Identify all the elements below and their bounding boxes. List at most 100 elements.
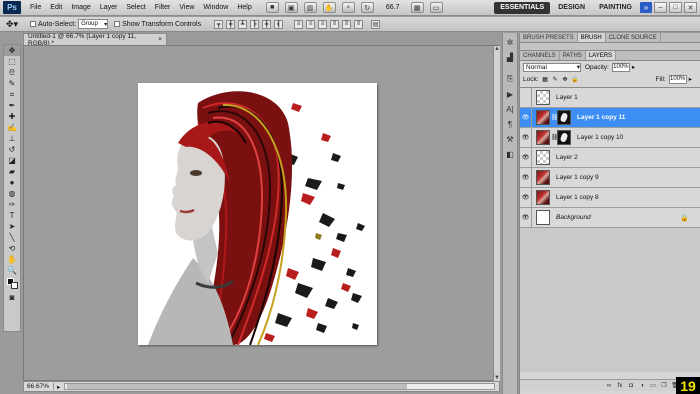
restore-button[interactable]: □ [669, 2, 682, 13]
zoom-tool-icon[interactable]: 🔍 [4, 265, 20, 276]
layer-row[interactable]: 👁 Layer 2 [520, 147, 700, 168]
layer-mask-thumbnail[interactable] [557, 110, 571, 125]
show-transform-checkbox[interactable] [114, 21, 121, 27]
new-group-icon[interactable]: ▭ [649, 382, 657, 390]
distribute-left-icon[interactable]: ⦀ [330, 19, 340, 29]
distribute-hcenter-icon[interactable]: ⦀ [342, 19, 352, 29]
histogram-icon[interactable]: ▟ [503, 51, 517, 63]
layer-name[interactable]: Layer 1 copy 9 [556, 174, 599, 181]
vertical-scrollbar[interactable]: ▲ ▼ [493, 46, 500, 381]
tab-channels[interactable]: CHANNELS [520, 51, 560, 60]
layer-row[interactable]: 👁 Background 🔒 [520, 207, 700, 228]
menu-select[interactable]: Select [126, 4, 145, 11]
clone-stamp-icon[interactable]: ⊥ [4, 133, 20, 144]
visibility-eye-icon[interactable] [520, 88, 532, 108]
layer-name[interactable]: Layer 1 copy 11 [577, 114, 625, 121]
lock-position-icon[interactable]: ✥ [562, 76, 569, 83]
visibility-eye-icon[interactable]: 👁 [520, 167, 532, 188]
horizontal-scroll-thumb[interactable] [67, 384, 408, 389]
minimize-button[interactable]: – [654, 2, 667, 13]
lock-image-icon[interactable]: ✎ [552, 76, 559, 83]
menu-edit[interactable]: Edit [50, 4, 62, 11]
layer-thumbnail[interactable] [536, 210, 550, 225]
new-layer-icon[interactable]: ❐ [660, 382, 668, 390]
auto-align-layers-icon[interactable]: ▤ [371, 19, 381, 29]
tab-clone-source[interactable]: CLONE SOURCE [606, 33, 661, 42]
visibility-eye-icon[interactable]: 👁 [520, 147, 532, 168]
3d-rotate-icon[interactable]: ⟲ [4, 243, 20, 254]
tool-presets-icon[interactable]: ⚒ [503, 133, 517, 145]
eyedropper-tool-icon[interactable]: ✒ [4, 100, 20, 111]
layer-row[interactable]: 👁 ⛓ Layer 1 copy 10 [520, 127, 700, 148]
blur-tool-icon[interactable]: ● [4, 177, 20, 188]
blend-mode-select[interactable]: Normal ▾ [523, 62, 581, 72]
opacity-slider-icon[interactable]: ▸ [632, 63, 635, 71]
tab-brush[interactable]: BRUSH [577, 33, 606, 42]
launch-mini-bridge-icon[interactable]: ▣ [284, 2, 298, 13]
lasso-tool-icon[interactable]: ᘓ [4, 67, 20, 78]
visibility-eye-icon[interactable]: 👁 [520, 127, 532, 148]
menu-filter[interactable]: Filter [155, 4, 171, 11]
layer-thumbnail[interactable] [536, 170, 550, 185]
styles-icon[interactable]: ◧ [503, 148, 517, 160]
distribute-bottom-icon[interactable]: ≡ [318, 19, 328, 29]
layer-thumbnail[interactable] [536, 90, 550, 105]
layer-name[interactable]: Layer 1 [556, 94, 578, 101]
opacity-field[interactable]: 100% [611, 62, 630, 72]
arrange-documents-icon[interactable]: ▦ [410, 2, 424, 13]
menu-file[interactable]: File [30, 4, 41, 11]
layer-thumbnail[interactable] [536, 190, 550, 205]
menu-window[interactable]: Window [203, 4, 228, 11]
horizontal-scrollbar[interactable] [64, 383, 495, 390]
visibility-eye-icon[interactable]: 👁 [520, 187, 532, 208]
menu-help[interactable]: Help [237, 4, 251, 11]
fill-slider-icon[interactable]: ▸ [689, 75, 692, 83]
actions-icon[interactable]: ▶ [503, 88, 517, 100]
shape-tool-icon[interactable]: ╲ [4, 232, 20, 243]
scroll-up-icon[interactable]: ▲ [494, 46, 500, 52]
align-left-icon[interactable]: ┣ [250, 19, 260, 29]
layer-style-icon[interactable]: fx [616, 382, 624, 390]
close-button[interactable]: ✕ [684, 2, 697, 13]
tab-brush-presets[interactable]: BRUSH PRESETS [520, 33, 578, 42]
layer-row[interactable]: 👁 ⛓ Layer 1 copy 11 [520, 107, 700, 128]
extras-icon[interactable]: ▥ [303, 2, 317, 13]
adjustment-layer-icon[interactable]: ◑ [638, 382, 646, 390]
align-bottom-icon[interactable]: ┻ [238, 19, 248, 29]
tab-paths[interactable]: PATHS [560, 51, 586, 60]
marquee-tool-icon[interactable]: ⬚ [4, 56, 20, 67]
visibility-eye-icon[interactable]: 👁 [520, 107, 532, 128]
history-brush-icon[interactable]: ↺ [4, 144, 20, 155]
character-icon[interactable]: A| [503, 103, 517, 115]
paragraph-icon[interactable]: ¶ [503, 118, 517, 130]
layer-thumbnail[interactable] [536, 130, 550, 145]
layer-row[interactable]: Layer 1 [520, 88, 700, 108]
align-right-icon[interactable]: ┫ [274, 19, 284, 29]
align-vcenter-icon[interactable]: ╋ [226, 19, 236, 29]
zoom-tool-icon[interactable]: ⌕ [341, 2, 355, 13]
lock-all-icon[interactable]: 🔒 [571, 76, 578, 83]
workspace-painting[interactable]: PAINTING [593, 2, 638, 14]
layer-mask-thumbnail[interactable] [557, 130, 571, 145]
lock-transparency-icon[interactable]: ▦ [542, 76, 549, 83]
align-top-icon[interactable]: ┳ [214, 19, 224, 29]
type-tool-icon[interactable]: T [4, 210, 20, 221]
status-menu-icon[interactable]: ▸ [57, 383, 60, 391]
layer-name[interactable]: Layer 2 [556, 154, 578, 161]
layer-name[interactable]: Layer 1 copy 10 [577, 134, 623, 141]
hand-tool-icon[interactable]: ✋ [322, 2, 336, 13]
fill-field[interactable]: 100% [668, 74, 687, 84]
auto-select-checkbox[interactable] [30, 21, 36, 27]
distribute-right-icon[interactable]: ⦀ [354, 19, 364, 29]
layer-thumbnail[interactable] [536, 110, 550, 125]
canvas-artwork[interactable] [138, 83, 377, 345]
more-workspaces-button[interactable]: » [640, 2, 652, 13]
history-icon[interactable]: ⎘ [503, 73, 517, 85]
path-select-icon[interactable]: ➤ [4, 221, 20, 232]
close-document-icon[interactable]: × [158, 36, 162, 43]
rotate-view-icon[interactable]: ↻ [360, 2, 374, 13]
pen-tool-icon[interactable]: ✑ [4, 199, 20, 210]
layer-row[interactable]: 👁 Layer 1 copy 9 [520, 167, 700, 188]
menu-image[interactable]: Image [71, 4, 90, 11]
hand-tool-icon[interactable]: ✋ [4, 254, 20, 265]
